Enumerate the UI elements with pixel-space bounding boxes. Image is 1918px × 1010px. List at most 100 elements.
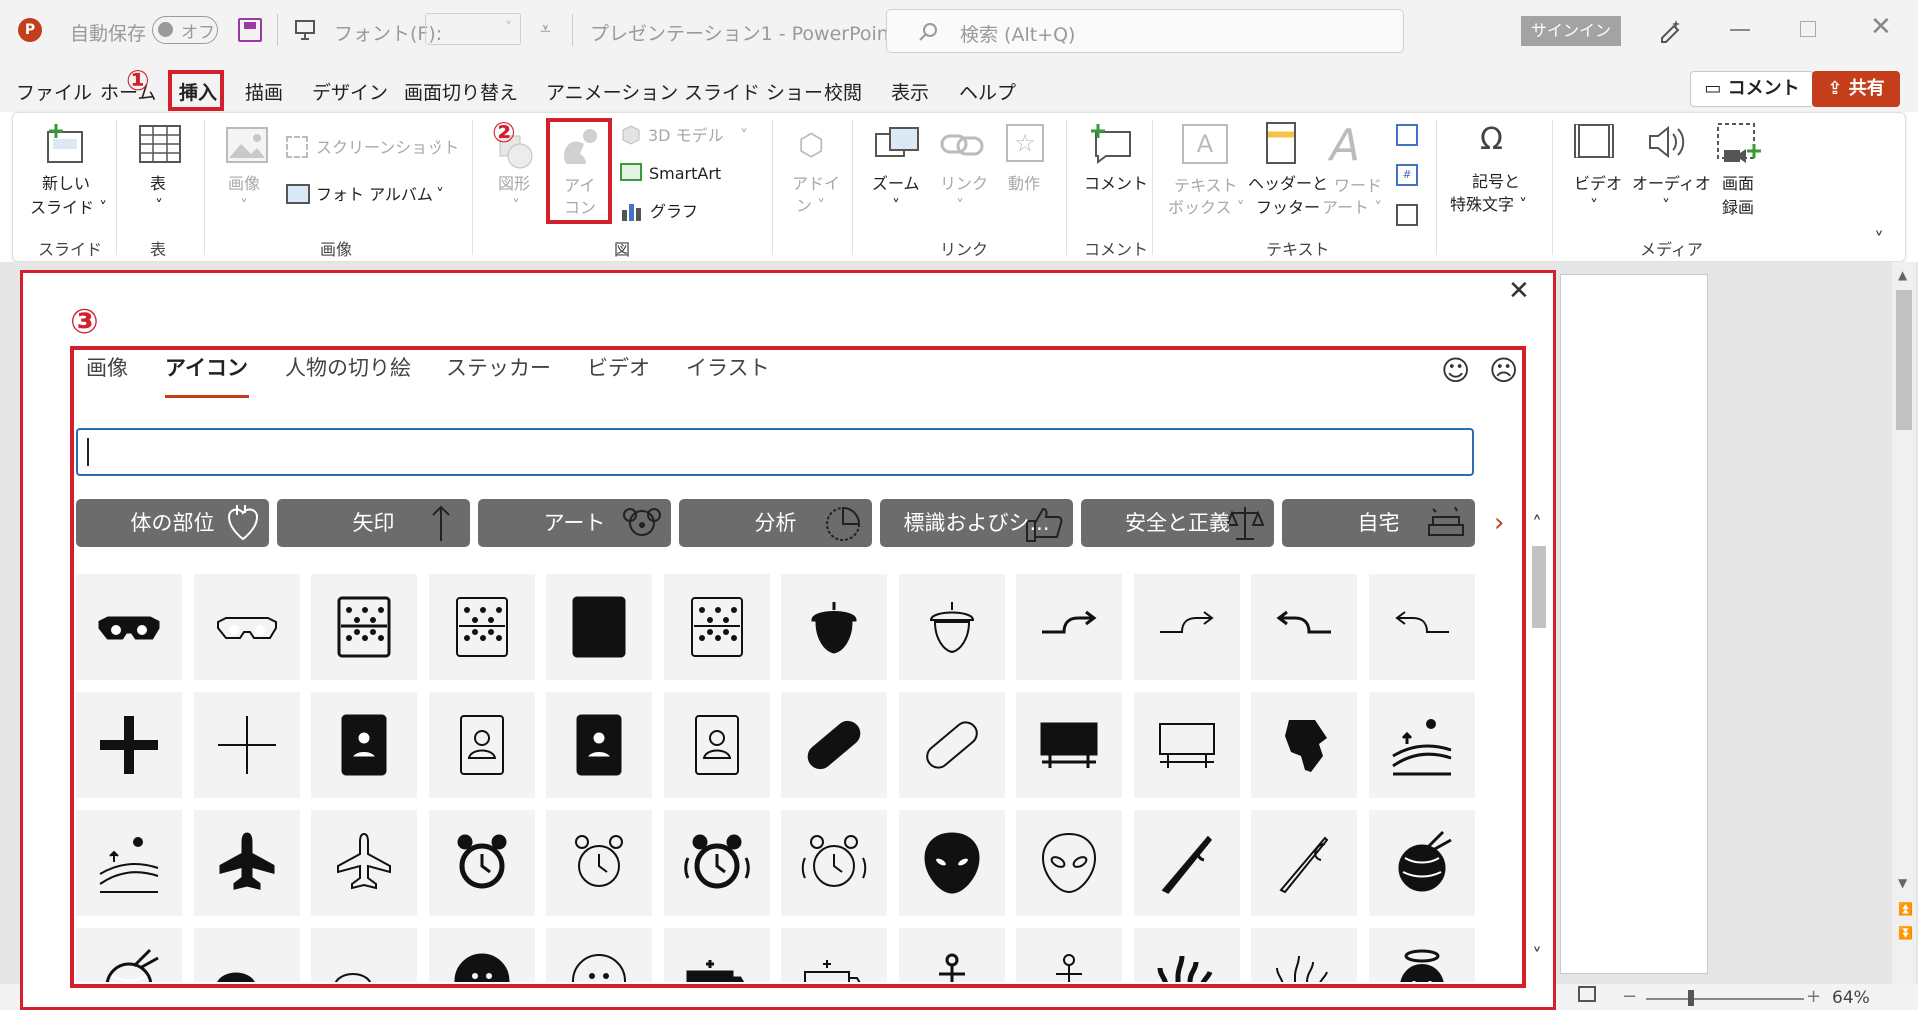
scroll-thumb[interactable] (1896, 290, 1912, 430)
icon-tile[interactable] (1133, 692, 1240, 798)
close-window-icon[interactable]: ✕ (1870, 12, 1892, 42)
video-label[interactable]: ビデオ (1574, 172, 1622, 196)
icon-tile[interactable] (1368, 574, 1475, 680)
video-icon[interactable] (1574, 124, 1614, 158)
icon-tile[interactable] (76, 692, 182, 798)
icon-tile[interactable] (898, 928, 1005, 982)
quick-access-dropdown-icon[interactable]: ⩡ (540, 18, 551, 40)
icon-tile[interactable] (193, 574, 300, 680)
icon-tile[interactable] (663, 574, 770, 680)
header-footer-label-1[interactable]: ヘッダーと (1248, 172, 1328, 196)
icon-tile[interactable] (1251, 692, 1357, 798)
object-icon[interactable] (1396, 204, 1418, 226)
icon-tile[interactable] (1133, 928, 1240, 982)
icon-tile[interactable] (663, 810, 770, 916)
icon-tile[interactable] (428, 810, 535, 916)
3d-model-label[interactable]: 3D モデル (648, 124, 724, 148)
icon-tile[interactable] (1016, 692, 1122, 798)
shapes-label[interactable]: 図形 (498, 172, 530, 196)
present-icon[interactable] (293, 18, 317, 42)
zoom-percentage[interactable]: 64% (1832, 988, 1870, 1008)
icon-tile[interactable] (781, 692, 887, 798)
3d-model-icon[interactable] (620, 124, 642, 150)
zoom-in-icon[interactable]: + (1806, 986, 1821, 1007)
icon-tile[interactable] (311, 928, 417, 982)
tab-review[interactable]: 校閲 (824, 78, 862, 105)
comment-button[interactable]: ▭ コメント (1690, 71, 1814, 107)
tab-cutout-people[interactable]: 人物の切り絵 (285, 352, 411, 382)
pen-icon[interactable] (1656, 16, 1684, 48)
new-slide-icon[interactable] (44, 122, 88, 170)
tab-stickers[interactable]: ステッカー (446, 352, 551, 382)
audio-dropdown-icon[interactable]: ˅ (1662, 194, 1670, 218)
ribbon-collapse-icon[interactable]: ˅ (1874, 228, 1884, 252)
table-dropdown-icon[interactable]: ˅ (155, 194, 163, 218)
category-signs[interactable]: 標識およびシ... (880, 499, 1073, 547)
new-comment-icon[interactable] (1088, 122, 1134, 168)
icon-tile[interactable] (1368, 692, 1475, 798)
screen-record-label-2[interactable]: 録画 (1722, 196, 1754, 220)
table-label[interactable]: 表 (150, 172, 166, 196)
category-body-parts[interactable]: 体の部位 (76, 499, 269, 547)
icon-tile[interactable] (1133, 810, 1240, 916)
tab-videos[interactable]: ビデオ (587, 352, 650, 382)
textbox-label-1[interactable]: テキスト (1174, 174, 1238, 198)
tab-illustrations[interactable]: イラスト (686, 352, 770, 382)
symbols-label-2[interactable]: 特殊文字 ˅ (1450, 193, 1527, 217)
slide-number-icon[interactable]: # (1396, 164, 1418, 186)
screen-record-label-1[interactable]: 画面 (1722, 172, 1754, 196)
icon-tile[interactable] (663, 928, 770, 982)
shapes-dropdown-icon[interactable]: ˅ (512, 194, 520, 218)
icon-tile[interactable] (428, 692, 535, 798)
addin-label-1[interactable]: アドイ (792, 172, 840, 196)
signin-button[interactable]: サインイン (1521, 16, 1621, 46)
screen-record-icon[interactable] (1716, 122, 1764, 172)
icon-tile[interactable] (1251, 574, 1357, 680)
icon-tile[interactable] (311, 692, 417, 798)
tab-draw[interactable]: 描画 (245, 78, 283, 105)
icon-tile[interactable] (663, 692, 770, 798)
omega-icon[interactable]: Ω (1480, 122, 1503, 157)
icon-tile[interactable] (1016, 810, 1122, 916)
icon-tile[interactable] (546, 928, 652, 982)
icon-tile[interactable] (1368, 928, 1475, 982)
header-footer-label-2[interactable]: フッター (1256, 196, 1320, 220)
grid-scroll-down-icon[interactable]: ˅ (1532, 944, 1542, 968)
audio-icon[interactable] (1646, 122, 1688, 166)
icon-tile[interactable] (428, 574, 535, 680)
category-safety-justice[interactable]: 安全と正義 (1081, 499, 1274, 547)
icon-tile[interactable] (193, 928, 300, 982)
tab-design[interactable]: デザイン (312, 78, 388, 105)
image-dropdown-icon[interactable]: ˅ (240, 194, 248, 218)
icon-tile[interactable] (1016, 928, 1122, 982)
icon-tile[interactable] (76, 810, 182, 916)
icon-tile[interactable] (546, 574, 652, 680)
icon-tile[interactable] (781, 928, 887, 982)
addin-label-2[interactable]: ン ˅ (796, 194, 825, 218)
icon-tile[interactable] (76, 574, 182, 680)
slide-canvas[interactable] (1560, 274, 1708, 974)
screenshot-dropdown-icon[interactable]: ˅ (434, 136, 442, 160)
tab-help[interactable]: ヘルプ (959, 78, 1016, 105)
category-next-icon[interactable]: › (1494, 508, 1504, 538)
icon-search-input[interactable] (76, 428, 1474, 476)
presenter-view-icon[interactable] (1578, 986, 1596, 1002)
chart-icon[interactable] (620, 200, 644, 226)
icon-tile[interactable] (898, 692, 1005, 798)
tab-slideshow[interactable]: スライド ショー (684, 78, 823, 105)
date-time-icon[interactable] (1396, 124, 1418, 146)
photo-album-dropdown-icon[interactable]: ˅ (436, 183, 444, 207)
scroll-up-icon[interactable]: ▲ (1898, 268, 1907, 282)
photo-album-icon[interactable] (286, 184, 310, 204)
icon-tile[interactable] (781, 574, 887, 680)
addin-icon[interactable]: ⬡ (798, 128, 824, 163)
textbox-label-2[interactable]: ボックス ˅ (1168, 196, 1245, 220)
tab-file[interactable]: ファイル (16, 78, 92, 105)
zoom-out-icon[interactable]: − (1622, 986, 1637, 1007)
icon-tile[interactable] (1133, 574, 1240, 680)
category-art[interactable]: アート (478, 499, 671, 547)
textbox-icon[interactable]: A (1182, 124, 1228, 164)
wordart-icon[interactable]: A (1330, 120, 1360, 171)
zoom-slider[interactable] (1646, 998, 1804, 1000)
dialog-close-icon[interactable]: ✕ (1508, 276, 1530, 306)
